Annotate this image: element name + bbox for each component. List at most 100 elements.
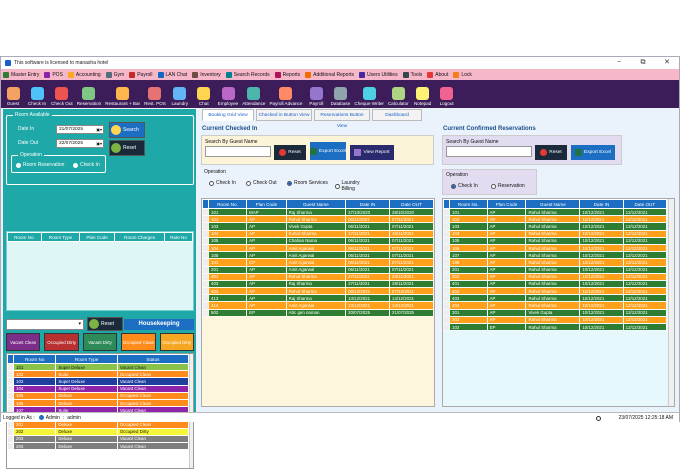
menu-item-1[interactable]: POS [44,71,63,78]
maximize-button[interactable]: ⧉ [631,57,655,69]
tab-0[interactable]: Booking Grid View [202,109,254,121]
table-row[interactable]: 203 Deluxe Vacant Clean [7,434,190,444]
menu-item-3[interactable]: Gym [105,71,124,78]
table-row[interactable]: 201 AP Rahul Sharma 10/12/2021 12/12/2021 [443,265,668,274]
table-row[interactable]: 101 Super Deluxe Vacant Clean [7,362,190,372]
status-filter-button[interactable]: Vacant Dirty [82,333,118,351]
table-row[interactable]: 101 AP Rahul Sharma 10/12/2021 12/12/2021 [443,207,668,217]
menu-item-6[interactable]: Inventory [192,71,221,78]
table-row[interactable]: 201 Deluxe Occupied Clean [7,420,190,429]
table-row[interactable]: 104 AP Kuhul Sharma 17/11/2021 18/11/2021 [202,229,434,238]
table-row[interactable]: 103 AP Rahul Sharma 10/12/2021 12/12/2021 [443,222,668,231]
table-row[interactable]: 106 Deluxe Occupied Clean [7,398,190,408]
table-row[interactable]: 403 AP Rahul Sharma 10/12/2021 12/12/2021 [443,294,668,303]
toolbar-button-16[interactable]: Logout [437,87,457,108]
toolbar-button-12[interactable]: Database [330,87,350,108]
reservations-search-input[interactable] [446,146,532,157]
op-check-in-radio[interactable]: Check In [209,180,236,186]
table-row[interactable]: 402 AP Rahul Sharma 10/12/2021 12/12/2021 [443,287,668,296]
table-row[interactable]: 105 AP Rahul Sharma 10/12/2021 12/12/2021 [443,236,668,245]
op-laundry-billing-radio[interactable]: Laundry Billing [335,180,369,192]
toolbar-button-14[interactable]: Calculator [388,87,409,108]
toolbar-button-3[interactable]: Reservation [77,87,101,108]
reservations-col-header[interactable]: Date OUT [622,199,668,209]
table-row[interactable]: 401 AP Rahul Sharma 10/12/2021 12/12/2021 [443,279,668,289]
table-row[interactable]: 201 AP Amit Agarwal 06/11/2021 07/11/2021 [202,265,434,274]
table-row[interactable]: 105 AP Amit Agarwal 06/11/2021 07/11/2021 [202,251,434,260]
search-button[interactable]: Search [109,122,145,138]
checked-in-search-input[interactable] [205,146,271,157]
reservations-col-header[interactable]: Guest Name [525,199,581,209]
table-row[interactable]: 202 Deluxe Occupied Dirty [7,427,190,436]
date-out-picker[interactable]: 22/07/2025 ▣▾ [56,139,104,148]
reservations-scrollbar[interactable] [668,199,674,406]
avail-col-header[interactable]: Rate No [164,232,193,242]
table-row[interactable]: 103 AP Vivek Gupta 06/11/2021 07/11/2021 [202,222,434,231]
avail-col-header[interactable]: Room Type [40,232,81,242]
reservations-col-header[interactable]: Plan Code [486,199,527,209]
checked-col-header[interactable]: Room No. [207,199,248,209]
table-row[interactable]: 414 AP Amit Agarwal 13/12/2021 14/12/2021 [202,301,434,310]
hk-col-header[interactable]: Status [116,354,190,364]
menu-item-8[interactable]: Reports [274,71,300,78]
menu-item-2[interactable]: Accounting [67,71,101,78]
view-report-button[interactable]: View Report [350,145,394,160]
table-row[interactable]: 102 EP Rahul Sharma 10/12/2021 12/12/2021 [443,322,668,332]
toolbar-button-9[interactable]: Attendance [242,87,265,108]
housekeeping-reset-button[interactable]: Reset [87,317,123,331]
minimize-button[interactable]: − [607,57,631,69]
op-room-services-radio[interactable]: Room Services [287,180,328,186]
toolbar-button-7[interactable]: Chat [194,87,214,108]
menu-item-0[interactable]: Master Entry [3,71,39,78]
menu-item-5[interactable]: LAN Chat [157,71,187,78]
avail-col-header[interactable]: Room No. [7,232,42,242]
reset-button[interactable]: Reset [109,140,145,156]
avail-col-header[interactable]: Plan Code [79,232,116,242]
table-row[interactable]: 106 AP Rahul Sharma 10/12/2021 12/12/2021 [443,243,668,253]
table-row[interactable]: 204 Deluxe Vacant Clean [7,442,190,451]
table-row[interactable]: 301 AP Rahul Sharma 27/11/2021 28/11/2021 [202,272,434,281]
toolbar-button-5[interactable]: Rest. POS [144,87,166,108]
tab-2[interactable]: Reservations Button View [314,109,370,129]
checked-col-header[interactable]: Guest Name [285,199,347,209]
checked-col-header[interactable]: Plan Code [246,199,287,209]
date-in-picker[interactable]: 21/07/2025 ▣▾ [56,125,104,134]
toolbar-button-8[interactable]: Employee [218,87,238,108]
table-row[interactable]: 403 AP Raj Sharma 27/11/2021 28/11/2021 [202,279,434,289]
reservations-col-header[interactable]: Date IN [579,199,624,209]
menu-item-10[interactable]: Users Utilities [359,71,398,78]
tab-3[interactable]: Dashboard [372,109,422,121]
table-row[interactable]: 104 AP Rahul Sharma 10/12/2021 12/12/2021 [443,229,668,238]
table-row[interactable]: 404 AP Rahul Sharma 10/12/2021 12/12/2021 [443,301,668,310]
check-in-radio[interactable]: Check In [73,162,100,168]
housekeeping-filter[interactable]: ▾ [6,319,84,330]
avail-col-header[interactable]: Room Charges [114,232,166,242]
menu-item-11[interactable]: Tools [402,71,422,78]
menu-item-7[interactable]: Search Records [225,71,270,78]
toolbar-button-4[interactable]: Restaurant + Bar [105,87,140,108]
status-filter-button[interactable]: Vacant Clean [6,333,41,351]
res-reservation-radio[interactable]: Reservation [491,183,525,189]
menu-item-12[interactable]: About [427,71,448,78]
table-row[interactable]: 102 AP Rahul Sharma 10/12/2021 12/12/2021 [443,215,668,224]
checked-col-header[interactable]: Date IN [345,199,391,209]
table-row[interactable]: 202 AP Rahul Sharma 10/12/2021 12/12/2021 [443,272,668,281]
status-filter-button[interactable]: Occupied Clean [121,333,156,351]
table-row[interactable]: 104 Super Deluxe Vacant Clean [7,384,190,393]
close-button[interactable]: ✕ [655,57,679,69]
hk-col-header[interactable]: Room Type [55,354,118,364]
checked-in-export-button[interactable]: Export Excel [310,142,346,160]
menu-item-9[interactable]: Additional Reports [305,71,354,78]
toolbar-button-1[interactable]: Check In [27,87,47,108]
table-row[interactable]: 301 AP Vivek Gupta 10/12/2021 12/12/2021 [443,308,668,317]
table-row[interactable]: 108 AP Rahul Sharma 10/12/2021 12/12/2021 [443,258,668,267]
table-row[interactable]: 105 AP Chahan Nama 06/11/2021 07/11/2021 [202,236,434,245]
table-row[interactable]: 103 Super Deluxe Vacant Clean [7,377,190,386]
table-row[interactable]: 101 AP Rahul Sharma 06/11/2021 07/11/2021 [202,215,434,224]
toolbar-button-15[interactable]: Notepad [413,87,433,108]
toolbar-button-0[interactable]: Guest [3,87,23,108]
table-row[interactable]: 413 AP Raj Sharma 13/12/2021 14/12/2021 [202,294,434,303]
room-reservation-radio[interactable]: Room Reservation [16,162,64,168]
toolbar-button-10[interactable]: Payroll Advance [269,87,302,108]
table-row[interactable]: 102 Suite Occupied Clean [7,370,190,379]
